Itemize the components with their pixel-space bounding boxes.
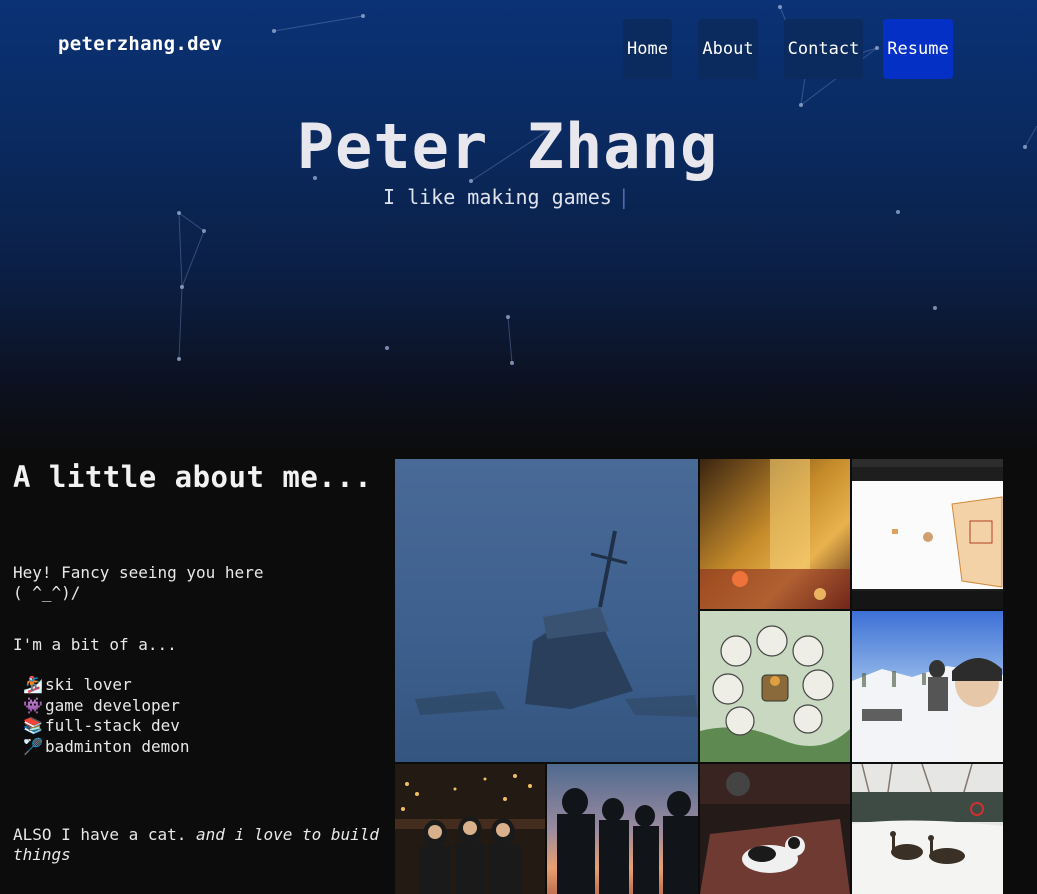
hero-section: peterzhang.dev Home About Contact Resume…	[0, 0, 1037, 455]
constellation-background	[177, 5, 1037, 365]
city-lights-photo[interactable]	[700, 459, 850, 609]
nav-contact-button[interactable]: Contact	[784, 19, 863, 79]
cat-prefix: ALSO I have a cat.	[13, 825, 187, 844]
list-item: 👾 game developer	[13, 696, 388, 717]
shipwreck-painting[interactable]	[395, 459, 698, 762]
typing-text: I like making games	[383, 185, 612, 209]
badminton-icon: 🏸	[23, 736, 43, 756]
kaomoji-text: ( ^_^)/	[13, 583, 81, 602]
sunset-silhouettes-photo[interactable]	[547, 764, 698, 894]
intro-text: I'm a bit of a...	[13, 635, 177, 654]
typing-caret: |	[617, 185, 630, 209]
greeting-text: Hey! Fancy seeing you here	[13, 563, 264, 582]
list-item: 🏂 ski lover	[13, 675, 388, 696]
traits-list: 🏂 ski lover 👾 game developer 📚 full-stack d…	[13, 675, 388, 757]
about-section: A little about me... Hey! Fancy seeing y…	[13, 460, 388, 865]
geese-photo[interactable]	[852, 764, 1003, 894]
nav-about-button[interactable]: About	[698, 19, 758, 79]
hero-title: Peter Zhang	[296, 110, 719, 183]
cat-text: ALSO I have a cat. and i love to build t…	[13, 825, 388, 865]
books-icon: 📚	[23, 716, 43, 735]
trait-label: badminton demon	[45, 736, 190, 756]
bunny-game-art[interactable]	[700, 611, 850, 762]
trait-label: game developer	[45, 695, 180, 715]
nav-resume-button[interactable]: Resume	[883, 19, 953, 79]
cat-photo[interactable]	[700, 764, 850, 894]
snowboarder-icon: 🏂	[23, 675, 43, 694]
night-market-photo[interactable]	[395, 764, 545, 894]
site-logo[interactable]: peterzhang.dev	[58, 33, 222, 55]
alien-monster-icon: 👾	[23, 695, 43, 715]
ski-selfie-photo[interactable]	[852, 611, 1003, 762]
trait-label: full-stack dev	[45, 716, 180, 735]
hero-subtitle: I like making games |	[383, 185, 630, 209]
about-heading: A little about me...	[13, 460, 373, 494]
nav-home-button[interactable]: Home	[623, 19, 672, 79]
list-item: 📚 full-stack dev	[13, 716, 388, 737]
list-item: 🏸 badminton demon	[13, 737, 388, 758]
dev-screenshot[interactable]	[852, 459, 1003, 609]
trait-label: ski lover	[45, 675, 132, 694]
